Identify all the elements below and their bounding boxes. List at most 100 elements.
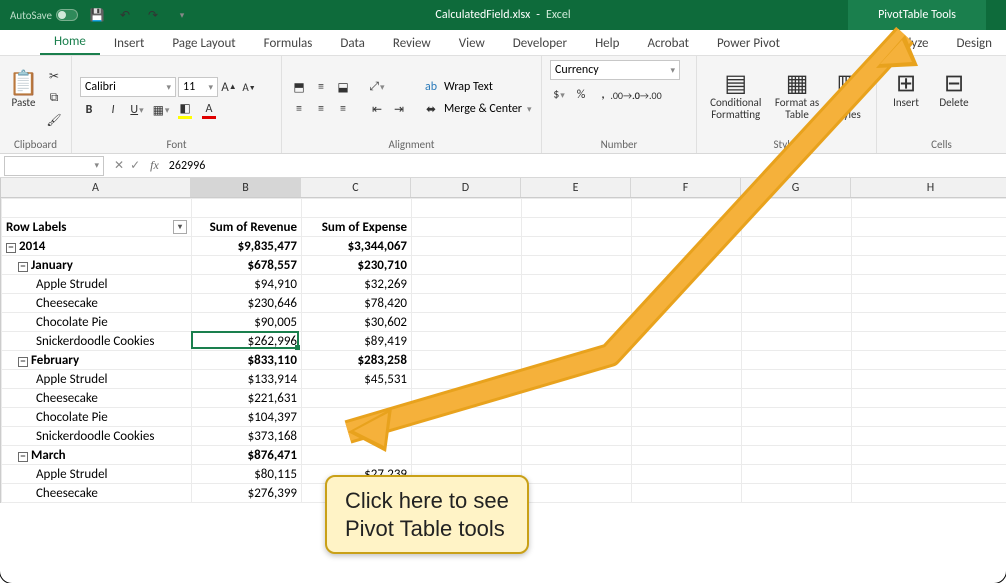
- align-bottom-icon[interactable]: ⬓: [334, 78, 352, 96]
- name-box[interactable]: ▾: [4, 156, 104, 176]
- percent-button[interactable]: %: [572, 86, 590, 104]
- delete-cells-button[interactable]: ⊟ Delete: [933, 65, 975, 131]
- increase-indent-icon[interactable]: ⇥: [390, 100, 408, 118]
- font-name-selector[interactable]: Calibri▾: [80, 77, 176, 97]
- italic-button[interactable]: I: [104, 101, 122, 119]
- merge-center-button[interactable]: ⬌ Merge & Center▾: [422, 100, 532, 118]
- number-format-selector[interactable]: Currency▾: [550, 60, 680, 80]
- pivot-row[interactable]: Apple Strudel$94,910$32,269: [2, 275, 1006, 294]
- tab-review[interactable]: Review: [379, 32, 445, 55]
- pivot-row[interactable]: Snickerdoodle Cookies$373,168: [2, 427, 1006, 446]
- orientation-icon[interactable]: ⤢▾: [368, 78, 386, 96]
- tab-formulas[interactable]: Formulas: [250, 32, 327, 55]
- redo-icon[interactable]: ↷: [144, 6, 162, 24]
- pivot-row[interactable]: Cheesecake$221,631: [2, 389, 1006, 408]
- currency-button[interactable]: $▾: [550, 86, 568, 104]
- conditional-formatting-button[interactable]: ▤ Conditional Formatting: [705, 65, 766, 131]
- paste-label: Paste: [12, 97, 36, 109]
- tab-analyze[interactable]: Analyze: [874, 32, 943, 55]
- formula-input[interactable]: 262996: [163, 159, 1006, 173]
- cut-icon[interactable]: ✂: [45, 67, 63, 85]
- tab-view[interactable]: View: [445, 32, 499, 55]
- tab-help[interactable]: Help: [581, 32, 633, 55]
- tab-design[interactable]: Design: [943, 32, 1006, 55]
- pivot-row[interactable]: Chocolate Pie$104,397: [2, 408, 1006, 427]
- ribbon: 📋 Paste ✂ ⧉ 🖌 Clipboard Calibri▾ 11▾ A▲ …: [0, 56, 1006, 154]
- save-icon[interactable]: 💾: [88, 6, 106, 24]
- column-header-G[interactable]: G: [741, 178, 851, 197]
- decrease-indent-icon[interactable]: ⇤: [368, 100, 386, 118]
- font-color-button[interactable]: A: [200, 101, 218, 119]
- clipboard-icon: 📋: [9, 69, 39, 97]
- column-header-H[interactable]: H: [851, 178, 1006, 197]
- title-bar: AutoSave 💾 ↶ ↷ ▾ CalculatedField.xlsx - …: [0, 0, 1006, 30]
- pivot-header-revenue[interactable]: Sum of Revenue: [192, 218, 302, 237]
- insert-cells-icon: ⊞: [896, 69, 916, 97]
- delete-cells-icon: ⊟: [944, 69, 964, 97]
- insert-cells-button[interactable]: ⊞ Insert: [885, 65, 927, 131]
- pivot-filter-button[interactable]: ▾: [173, 220, 187, 234]
- decrease-decimal-icon[interactable]: .0→.00: [638, 86, 656, 104]
- bold-button[interactable]: B: [80, 101, 98, 119]
- increase-font-icon[interactable]: A▲: [220, 78, 238, 96]
- pivot-row[interactable]: Snickerdoodle Cookies$262,996$89,419: [2, 332, 1006, 351]
- align-top-icon[interactable]: ⬒: [290, 78, 308, 96]
- enter-formula-icon[interactable]: ✓: [130, 158, 140, 173]
- decrease-font-icon[interactable]: A▼: [240, 78, 258, 96]
- pivot-row[interactable]: −February$833,110$283,258: [2, 351, 1006, 370]
- format-as-table-button[interactable]: ▦ Format as Table: [772, 65, 821, 131]
- tab-home[interactable]: Home: [40, 30, 100, 55]
- conditional-formatting-icon: ▤: [724, 69, 747, 97]
- ribbon-tabs: Home Insert Page Layout Formulas Data Re…: [0, 30, 1006, 56]
- column-header-D[interactable]: D: [411, 178, 521, 197]
- autosave-label: AutoSave: [10, 9, 52, 22]
- tab-power-pivot[interactable]: Power Pivot: [703, 32, 794, 55]
- pivot-row[interactable]: −March$876,471: [2, 446, 1006, 465]
- window-title: CalculatedField.xlsx - Excel: [435, 8, 570, 22]
- fx-icon[interactable]: fx: [146, 158, 163, 173]
- tab-acrobat[interactable]: Acrobat: [633, 32, 703, 55]
- pivot-row[interactable]: Chocolate Pie$90,005$30,602: [2, 313, 1006, 332]
- group-alignment: ⬒ ≡ ⬓ ⤢▾ ≡ ≡ ≡ ⇤ ⇥ ab Wrap T: [282, 56, 542, 153]
- worksheet-grid[interactable]: ABCDEFGH Row Labels▾Sum of RevenueSum of…: [0, 178, 1006, 503]
- cell-styles-button[interactable]: ▥ Cell Styles: [828, 65, 868, 131]
- fill-color-button[interactable]: ◧: [176, 101, 194, 119]
- copy-icon[interactable]: ⧉: [45, 89, 63, 107]
- column-header-A[interactable]: A: [1, 178, 191, 197]
- tab-insert[interactable]: Insert: [100, 32, 159, 55]
- pivot-header-expense[interactable]: Sum of Expense: [302, 218, 412, 237]
- pivot-table[interactable]: Row Labels▾Sum of RevenueSum of Expense−…: [1, 198, 1006, 503]
- align-left-icon[interactable]: ≡: [290, 100, 308, 118]
- group-cells: ⊞ Insert ⊟ Delete Cells: [877, 56, 1006, 153]
- undo-icon[interactable]: ↶: [116, 6, 134, 24]
- wrap-text-button[interactable]: ab Wrap Text: [422, 78, 532, 96]
- font-size-selector[interactable]: 11▾: [178, 77, 218, 97]
- pivot-row[interactable]: −2014$9,835,477$3,344,067: [2, 237, 1006, 256]
- group-number: Currency▾ $▾ % , .00→.0 .0→.00 Number: [542, 56, 697, 153]
- increase-decimal-icon[interactable]: .00→.0: [616, 86, 634, 104]
- align-center-icon[interactable]: ≡: [312, 100, 330, 118]
- column-header-B[interactable]: B: [191, 178, 301, 197]
- align-right-icon[interactable]: ≡: [334, 100, 352, 118]
- cancel-formula-icon[interactable]: ✕: [114, 158, 124, 173]
- paste-button[interactable]: 📋 Paste: [8, 65, 39, 131]
- tab-developer[interactable]: Developer: [499, 32, 581, 55]
- pivot-row[interactable]: Cheesecake$230,646$78,420: [2, 294, 1006, 313]
- comma-style-button[interactable]: ,: [594, 86, 612, 104]
- formula-bar: ▾ ✕ ✓ fx 262996: [0, 154, 1006, 178]
- underline-button[interactable]: U▾: [128, 101, 146, 119]
- column-header-E[interactable]: E: [521, 178, 631, 197]
- align-middle-icon[interactable]: ≡: [312, 78, 330, 96]
- column-header-F[interactable]: F: [631, 178, 741, 197]
- column-header-C[interactable]: C: [301, 178, 411, 197]
- pivot-row[interactable]: Apple Strudel$133,914$45,531: [2, 370, 1006, 389]
- tab-page-layout[interactable]: Page Layout: [158, 32, 249, 55]
- pivot-row[interactable]: −January$678,557$230,710: [2, 256, 1006, 275]
- tab-data[interactable]: Data: [326, 32, 379, 55]
- format-painter-icon[interactable]: 🖌: [45, 111, 63, 129]
- pivot-header-row-labels[interactable]: Row Labels▾: [2, 218, 192, 237]
- qat-customize-icon[interactable]: ▾: [173, 6, 191, 24]
- autosave-toggle[interactable]: AutoSave: [10, 9, 78, 22]
- borders-button[interactable]: ▦▾: [152, 101, 170, 119]
- font-color-icon: A: [206, 102, 213, 116]
